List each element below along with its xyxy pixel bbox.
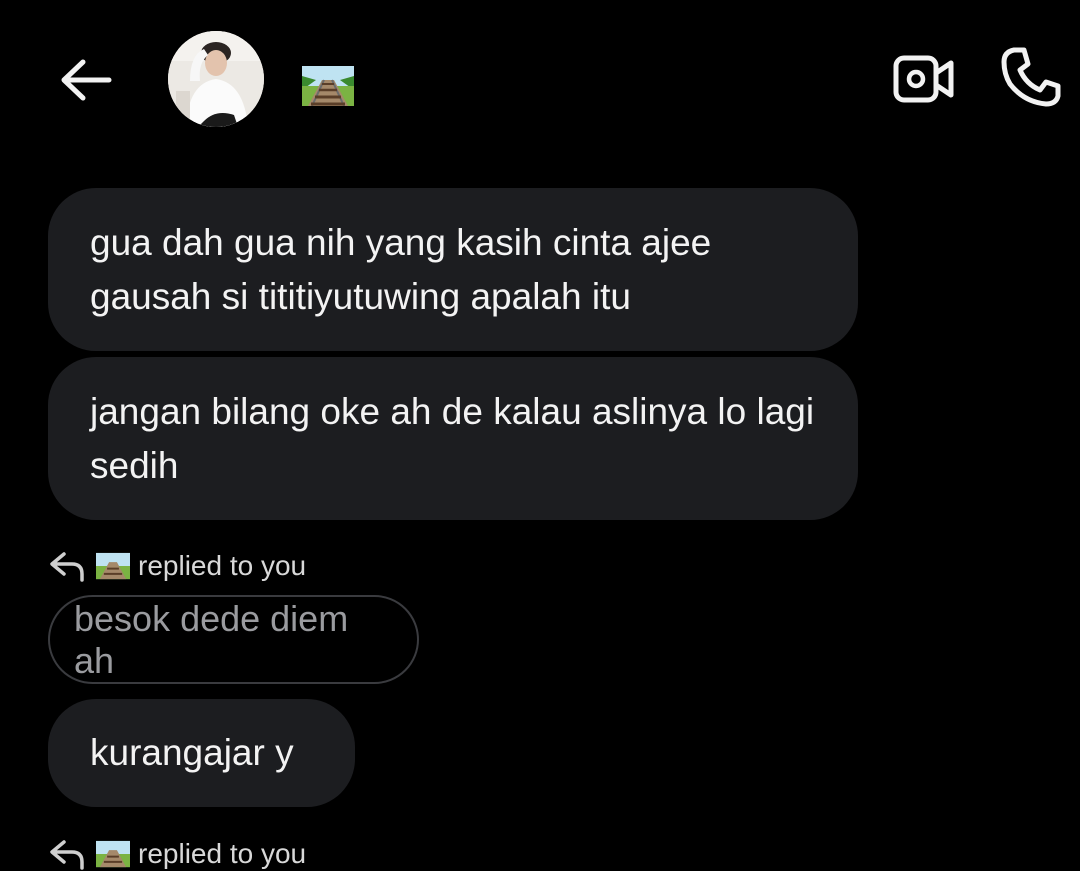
message-bubble[interactable]: jangan bilang oke ah de kalau aslinya lo…: [48, 357, 858, 520]
railway-track-emoji: [96, 552, 130, 580]
reply-arrow-icon: [50, 552, 84, 582]
reply-indicator: replied to you: [48, 546, 306, 586]
railway-track-emoji: [302, 66, 354, 107]
message-text: jangan bilang oke ah de kalau aslinya lo…: [90, 390, 815, 486]
video-call-button[interactable]: [892, 52, 956, 106]
video-camera-icon: [893, 55, 954, 103]
reply-label: replied to you: [138, 838, 307, 869]
quoted-message[interactable]: besok dede diem ah: [48, 595, 419, 684]
chat-screen: gua dah gua nih yang kasih cinta ajee ga…: [0, 0, 1080, 871]
back-button[interactable]: [56, 52, 114, 108]
reply-arrow-icon: [50, 840, 84, 870]
message-text: gua dah gua nih yang kasih cinta ajee ga…: [90, 221, 712, 317]
phone-icon: [1001, 47, 1061, 107]
avatar[interactable]: [168, 31, 264, 127]
message-bubble[interactable]: gua dah gua nih yang kasih cinta ajee ga…: [48, 188, 858, 351]
reply-label: replied to you: [138, 550, 307, 581]
reply-indicator: replied to you: [48, 834, 306, 871]
railway-track-emoji: [96, 840, 130, 868]
arrow-left-icon: [61, 59, 112, 101]
message-bubble[interactable]: kurangajar y: [48, 699, 355, 807]
contact-name-emoji[interactable]: [302, 66, 354, 107]
message-text: kurangajar y: [90, 732, 294, 773]
profile-avatar-image: [168, 31, 264, 127]
voice-call-button[interactable]: [998, 44, 1064, 110]
quoted-message-text: besok dede diem ah: [74, 597, 349, 681]
